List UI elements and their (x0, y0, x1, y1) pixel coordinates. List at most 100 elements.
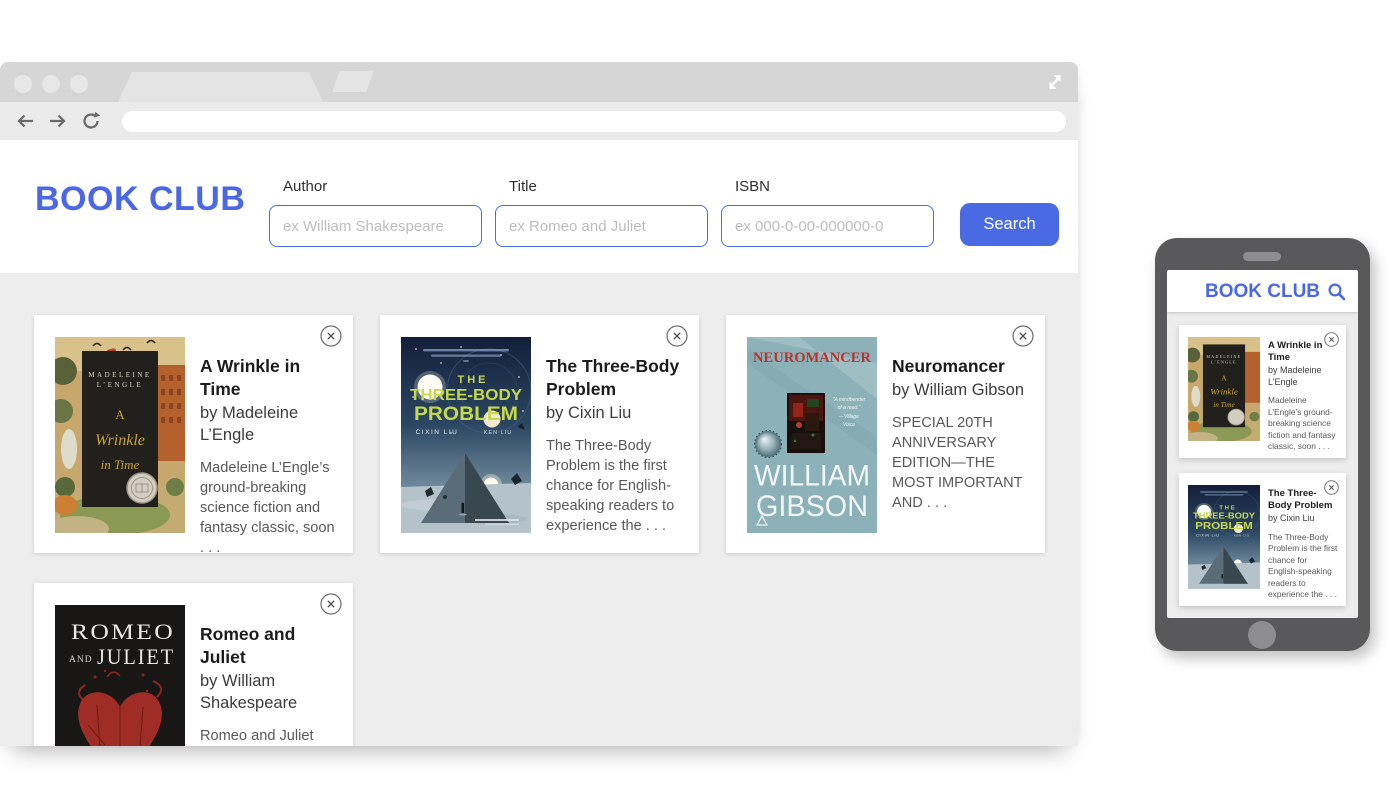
search-button[interactable]: Search (960, 203, 1059, 246)
book-results-area: MADELEINE L’ENGLE A Wrinkle in Time A Wr… (0, 273, 1078, 746)
window-control-dot[interactable] (70, 75, 88, 93)
x-circle-icon (320, 325, 342, 347)
book-card-body: The Three-Body Problem by Cixin Liu The … (546, 355, 688, 536)
book-description: The Three-Body Problem is the first chan… (546, 438, 675, 534)
book-description: SPECIAL 20TH ANNIVERSARY EDITION—THE MOS… (892, 415, 1023, 511)
book-author: by Cixin Liu (1268, 513, 1315, 523)
forward-icon[interactable] (47, 110, 69, 132)
book-title: The Three-Body Problem (546, 356, 680, 399)
mobile-results-area: MADELEINE L’ENGLE A Wrinkle in Time A Wr… (1167, 312, 1358, 606)
cover-text: GIBSON (756, 489, 868, 522)
cover-text: L’ENGLE (1211, 361, 1237, 365)
mobile-book-card-wrinkle: MADELEINE L’ENGLE A Wrinkle in Time A Wr… (1179, 325, 1346, 458)
cover-text: “A mindbender (833, 397, 866, 403)
x-circle-icon (666, 325, 688, 347)
phone-mockup: BOOK CLUB MADELEINE L’ENGLE A Wrinkle in… (1155, 238, 1370, 651)
mobile-header: BOOK CLUB (1167, 270, 1358, 312)
author-label: Author (283, 178, 328, 195)
book-card-wrinkle: MADELEINE L’ENGLE A Wrinkle in Time A Wr… (34, 315, 353, 556)
book-description: Romeo and Juliet was the first drama in … (200, 728, 314, 744)
book-card-body: Romeo and Juliet by William Shakespeare … (200, 623, 342, 746)
cover-text: JULIET (97, 644, 175, 669)
browser-tab[interactable] (118, 72, 323, 102)
remove-book-button[interactable] (1012, 325, 1034, 347)
search-icon[interactable] (1327, 282, 1346, 301)
cover-text: MADELEINE (88, 371, 151, 379)
book-description: Madeleine L’Engle’s ground-breaking scie… (1268, 395, 1336, 451)
site-header: BOOK CLUB Author Title ISBN Search (0, 140, 1078, 273)
back-icon[interactable] (14, 110, 36, 132)
isbn-input[interactable] (721, 205, 934, 247)
cover-text: THREE-BODY (1193, 511, 1255, 521)
wrinkle-cover-image: MADELEINE L’ENGLE A Wrinkle in Time (55, 337, 185, 533)
expand-diagonal-icon[interactable] (1044, 71, 1066, 93)
browser-window: BOOK CLUB Author Title ISBN Search (0, 62, 1078, 746)
cover-text: in Time (101, 457, 140, 472)
book-title: A Wrinkle in Time (200, 356, 301, 399)
title-input[interactable] (495, 205, 708, 247)
book-description: The Three-Body Problem is the first chan… (1268, 531, 1338, 600)
url-input[interactable] (122, 110, 1066, 132)
remove-book-button[interactable] (320, 325, 342, 347)
browser-title-bar (0, 62, 1078, 102)
cover-text: THREE-BODY (410, 387, 523, 404)
book-title: A Wrinkle in Time (1268, 340, 1323, 363)
cover-text: WILLIAM (754, 459, 870, 492)
title-field-group: Title (495, 178, 708, 273)
cover-text: THE (458, 374, 489, 386)
phone-screen: BOOK CLUB MADELEINE L’ENGLE A Wrinkle in… (1167, 270, 1358, 618)
book-card-body: A Wrinkle in Time by Madeleine L’Engle M… (200, 355, 342, 558)
cover-text: KEN LIU (1234, 534, 1250, 538)
book-card-body: Neuromancer by William Gibson SPECIAL 20… (892, 355, 1034, 513)
cover-text: Wrinkle (95, 432, 145, 449)
author-input[interactable] (269, 205, 482, 247)
three-body-cover-image: THE THREE-BODY PROBLEM CIXIN LIU KEN LIU (1188, 485, 1260, 589)
design-mockup-canvas: BOOK CLUB Author Title ISBN Search (0, 0, 1389, 807)
cover-text: KEN LIU (484, 430, 512, 436)
phone-speaker (1243, 252, 1281, 261)
author-field-group: Author (269, 178, 482, 273)
book-title: The Three-Body Problem (1268, 488, 1333, 511)
book-author: by William Shakespeare (200, 672, 298, 712)
remove-book-button[interactable] (320, 593, 342, 615)
book-author: by Madeleine L’Engle (1268, 365, 1322, 387)
cover-text: MADELEINE (1207, 355, 1242, 359)
book-card-romeo: ROMEO AND JULIET Romeo and Juliet by Wil… (34, 583, 353, 746)
cover-text: A (115, 407, 125, 422)
mobile-book-card-three-body: THE THREE-BODY PROBLEM CIXIN LIU KEN LIU (1179, 473, 1346, 606)
book-author: by Madeleine L’Engle (200, 404, 299, 444)
cover-text: in Time (1213, 401, 1234, 409)
x-circle-icon (1012, 325, 1034, 347)
cover-text: PROBLEM (1195, 521, 1253, 532)
cover-text: CIXIN LIU (1196, 534, 1220, 538)
cover-text: AND (69, 655, 93, 665)
x-circle-icon (320, 593, 342, 615)
window-control-dot[interactable] (42, 75, 60, 93)
book-author: by William Gibson (892, 381, 1025, 399)
cover-text: Wrinkle (1210, 386, 1238, 396)
book-card-body: A Wrinkle in Time by Madeleine L’Engle M… (1268, 340, 1339, 453)
cover-text: L’ENGLE (97, 381, 143, 389)
three-body-cover-image: THE THREE-BODY PROBLEM CIXIN LIU KEN LIU (401, 337, 531, 533)
title-label: Title (509, 178, 537, 195)
refresh-icon[interactable] (80, 110, 102, 132)
book-description: Madeleine L’Engle’s ground-breaking scie… (200, 460, 335, 556)
phone-home-button[interactable] (1248, 621, 1276, 649)
neuromancer-cover-image: NEUROMANCER “A mindbender of a read.” —V… (747, 337, 877, 533)
cover-text: —Village (838, 414, 859, 420)
book-card-three-body: THE THREE-BODY PROBLEM CIXIN LIU KEN LIU (380, 315, 699, 553)
remove-book-button[interactable] (666, 325, 688, 347)
book-author: by Cixin Liu (546, 404, 632, 422)
wrinkle-cover-image: MADELEINE L’ENGLE A Wrinkle in Time (1188, 337, 1260, 441)
cover-text: of a read.” (838, 405, 861, 411)
logo: BOOK CLUB (35, 180, 246, 218)
cover-text: NEUROMANCER (753, 350, 871, 366)
cover-text: PROBLEM (414, 404, 518, 425)
book-title: Neuromancer (892, 356, 1005, 376)
window-control-dot[interactable] (14, 75, 32, 93)
new-tab-shape[interactable] (332, 71, 374, 92)
book-title: Romeo and Juliet (200, 624, 296, 667)
browser-toolbar (0, 102, 1078, 140)
isbn-field-group: ISBN (721, 178, 934, 273)
cover-text: Voice (843, 422, 856, 428)
